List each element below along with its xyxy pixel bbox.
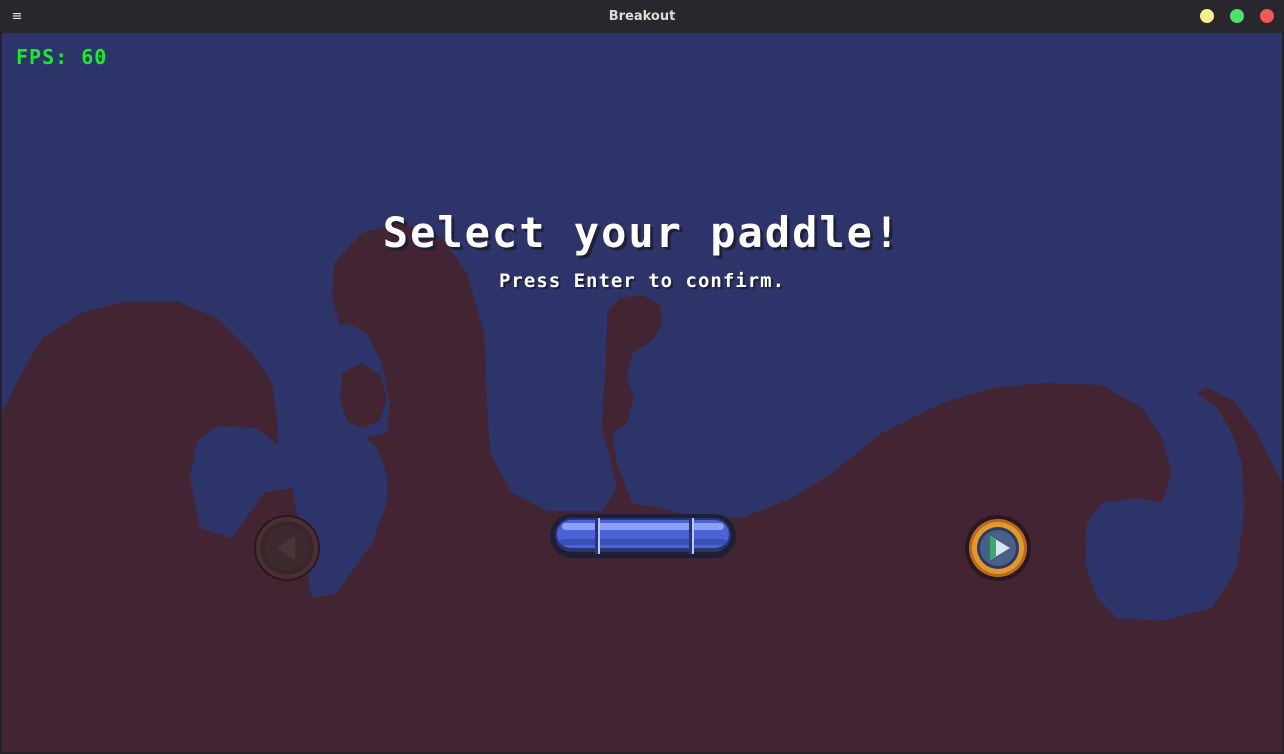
- game-canvas: FPS: 60 Select your paddle! Press Enter …: [2, 33, 1282, 752]
- next-paddle-button[interactable]: [964, 514, 1032, 582]
- page-title: Select your paddle!: [382, 208, 902, 257]
- wave-background: [2, 223, 1282, 752]
- maximize-button[interactable]: [1230, 9, 1244, 23]
- arrow-right-icon: [965, 515, 1031, 581]
- close-button[interactable]: [1260, 9, 1274, 23]
- arrow-left-icon: [254, 515, 320, 581]
- window-title: Breakout: [608, 9, 676, 24]
- previous-paddle-button[interactable]: [251, 512, 323, 584]
- game-window: ≡ Breakout FPS: 60 Select your paddle! P…: [0, 0, 1284, 754]
- confirm-instruction: Press Enter to confirm.: [498, 270, 786, 292]
- blue-paddle: [548, 512, 738, 560]
- minimize-button[interactable]: [1200, 9, 1214, 23]
- title-bar: ≡ Breakout: [0, 0, 1284, 34]
- fps-counter: FPS: 60: [16, 45, 108, 69]
